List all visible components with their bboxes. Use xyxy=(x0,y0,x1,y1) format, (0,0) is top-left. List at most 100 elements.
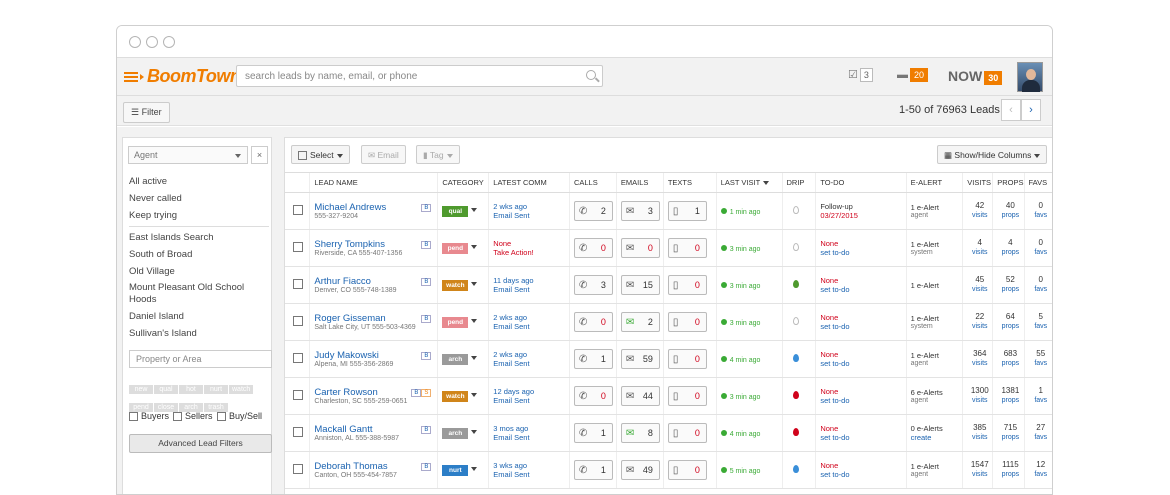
calls-button[interactable]: ✆ 1 xyxy=(573,349,613,369)
drip-drop-icon[interactable] xyxy=(792,428,799,436)
favs-link[interactable]: favs xyxy=(1029,433,1052,443)
latest-comm-type[interactable]: Email Sent xyxy=(493,396,569,405)
tag-chip[interactable]: qual xyxy=(154,385,178,394)
ealert-source[interactable]: create xyxy=(911,433,963,442)
category-tag[interactable]: nurt xyxy=(442,464,469,476)
props-cell[interactable]: 52 props xyxy=(992,266,1025,304)
calls-button[interactable]: ✆ 0 xyxy=(573,312,613,332)
calls-button[interactable]: ✆ 0 xyxy=(573,386,613,406)
props-link[interactable]: props xyxy=(997,396,1023,406)
drip-drop-icon[interactable] xyxy=(792,317,799,325)
props-link[interactable]: props xyxy=(997,248,1023,258)
latest-comm-time[interactable]: 3 mos ago xyxy=(493,424,569,433)
category-tag[interactable]: watch xyxy=(442,390,469,402)
chevron-down-icon[interactable] xyxy=(471,319,478,324)
header-visits[interactable]: VISITS xyxy=(962,172,993,193)
category-tag[interactable]: arch xyxy=(442,427,469,439)
emails-button[interactable]: ✉ 15 xyxy=(620,275,660,295)
calls-button[interactable]: ✆ 2 xyxy=(573,201,613,221)
sellers-checkbox[interactable]: Sellers xyxy=(173,411,213,422)
drip-drop-icon[interactable] xyxy=(792,206,799,214)
props-cell[interactable]: 715 props xyxy=(992,414,1025,452)
now-button[interactable]: NOW 30 xyxy=(948,68,1003,85)
favs-link[interactable]: favs xyxy=(1029,359,1052,369)
visits-cell[interactable]: 1547 visits xyxy=(962,451,993,489)
filter-item[interactable]: Keep trying xyxy=(129,207,269,224)
ealert-count[interactable]: 6 e-Alerts xyxy=(911,388,963,397)
props-cell[interactable]: 1381 props xyxy=(992,377,1025,415)
next-page-button[interactable]: › xyxy=(1021,99,1041,121)
visits-cell[interactable]: 45 visits xyxy=(962,266,993,304)
category-tag[interactable]: qual xyxy=(442,205,469,217)
favs-cell[interactable]: 0 favs xyxy=(1023,266,1052,304)
property-area-input[interactable]: Property or Area xyxy=(129,350,272,368)
saved-search-item[interactable]: Old Village xyxy=(129,263,269,280)
email-button[interactable]: ✉ Email xyxy=(361,145,406,164)
favs-link[interactable]: favs xyxy=(1029,211,1052,221)
table-row[interactable]: Judy Makowski Alpena, MI 555-356-2869 B … xyxy=(285,340,1052,378)
saved-search-item[interactable]: South of Broad xyxy=(129,246,269,263)
chevron-down-icon[interactable] xyxy=(471,467,478,472)
latest-comm-type[interactable]: Email Sent xyxy=(493,211,569,220)
latest-comm-type[interactable]: Take Action! xyxy=(493,248,569,257)
tag-chip[interactable]: watch xyxy=(229,385,253,394)
ealert-count[interactable]: 0 e-Alerts xyxy=(911,424,963,433)
props-link[interactable]: props xyxy=(997,433,1023,443)
visits-link[interactable]: visits xyxy=(967,433,992,443)
row-checkbox[interactable] xyxy=(293,205,303,215)
messages-button[interactable]: ▬ 20 xyxy=(897,68,929,82)
props-link[interactable]: props xyxy=(997,470,1023,480)
row-checkbox[interactable] xyxy=(293,242,303,252)
texts-button[interactable]: ▯ 0 xyxy=(667,386,707,406)
table-row[interactable]: Deborah Thomas Canton, OH 555-454-7857 B… xyxy=(285,451,1052,489)
lead-name-link[interactable]: Mackall Gantt xyxy=(314,424,399,435)
lead-search-input[interactable]: search leads by name, email, or phone xyxy=(236,65,603,87)
emails-button[interactable]: ✉ 49 xyxy=(620,460,660,480)
ealert-count[interactable]: 1 e-Alert xyxy=(911,281,963,290)
calls-button[interactable]: ✆ 3 xyxy=(573,275,613,295)
drip-drop-icon[interactable] xyxy=(792,391,799,399)
todo-action[interactable]: set to-do xyxy=(820,396,905,405)
visits-cell[interactable]: 364 visits xyxy=(962,340,993,378)
latest-comm-time[interactable]: 12 days ago xyxy=(493,387,569,396)
favs-cell[interactable]: 5 favs xyxy=(1023,303,1052,341)
favs-cell[interactable]: 1 favs xyxy=(1023,377,1052,415)
latest-comm-type[interactable]: Email Sent xyxy=(493,322,569,331)
todo-action[interactable]: set to-do xyxy=(820,322,905,331)
latest-comm-time[interactable]: 3 wks ago xyxy=(493,461,569,470)
filter-item[interactable]: Never called xyxy=(129,190,269,207)
agent-clear-button[interactable]: × xyxy=(251,146,268,164)
todo-action[interactable]: 03/27/2015 xyxy=(820,211,905,220)
row-checkbox[interactable] xyxy=(293,279,303,289)
saved-search-item[interactable]: East Islands Search xyxy=(129,229,269,246)
buyers-checkbox[interactable]: Buyers xyxy=(129,411,169,422)
buysell-checkbox[interactable]: Buy/Sell xyxy=(217,411,262,422)
chevron-down-icon[interactable] xyxy=(471,356,478,361)
emails-button[interactable]: ✉ 2 xyxy=(620,312,660,332)
minimize-dot-icon[interactable] xyxy=(146,36,158,48)
drip-drop-icon[interactable] xyxy=(792,354,799,362)
search-icon[interactable] xyxy=(586,70,596,80)
texts-button[interactable]: ▯ 0 xyxy=(667,238,707,258)
todo-action[interactable]: set to-do xyxy=(820,470,905,479)
agent-select[interactable]: Agent xyxy=(128,146,248,164)
visits-link[interactable]: visits xyxy=(967,359,992,369)
maximize-dot-icon[interactable] xyxy=(163,36,175,48)
favs-link[interactable]: favs xyxy=(1029,322,1052,332)
latest-comm-type[interactable]: Email Sent xyxy=(493,433,569,442)
emails-button[interactable]: ✉ 8 xyxy=(620,423,660,443)
row-checkbox[interactable] xyxy=(293,353,303,363)
latest-comm-time[interactable]: 2 wks ago xyxy=(493,313,569,322)
category-tag[interactable]: watch xyxy=(442,279,469,291)
advanced-filters-button[interactable]: Advanced Lead Filters xyxy=(129,434,272,453)
category-tag[interactable]: arch xyxy=(442,353,469,365)
header-latest-comm[interactable]: LATEST COMM xyxy=(488,172,570,193)
header-todo[interactable]: TO-DO xyxy=(815,172,907,193)
favs-cell[interactable]: 12 favs xyxy=(1023,451,1052,489)
user-avatar[interactable] xyxy=(1017,62,1043,92)
todo-action[interactable]: set to-do xyxy=(820,359,905,368)
visits-cell[interactable]: 385 visits xyxy=(962,414,993,452)
category-tag[interactable]: pend xyxy=(442,242,469,254)
saved-search-item[interactable]: Sullivan's Island xyxy=(129,325,269,342)
table-row[interactable]: Michael Andrews 555-327-9204 B qual 2 wk… xyxy=(285,192,1052,230)
